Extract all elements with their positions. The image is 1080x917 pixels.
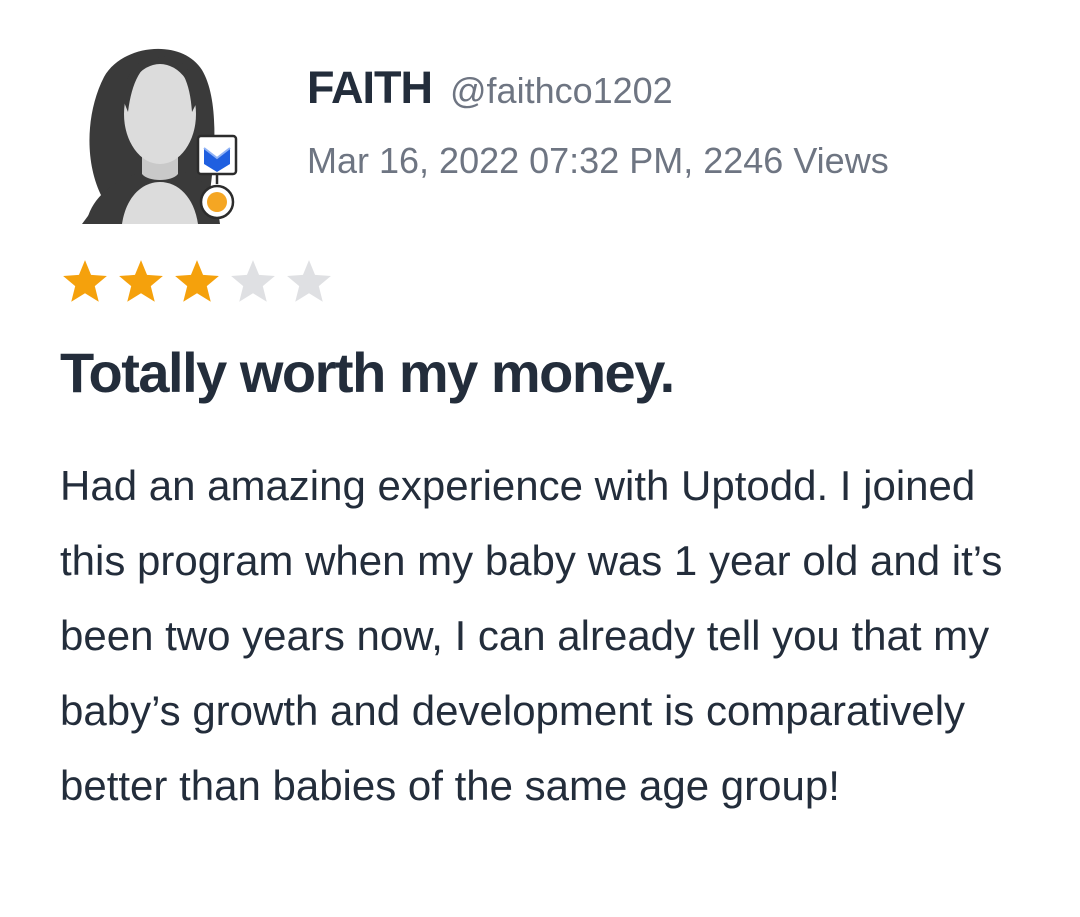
verified-badge-icon: [196, 134, 238, 220]
star-rating: [60, 258, 334, 306]
star-filled-icon: [60, 258, 110, 306]
star-filled-icon: [172, 258, 222, 306]
name-row: FAITH @faithco1202: [307, 62, 889, 114]
review-meta: Mar 16, 2022 07:32 PM, 2246 Views: [307, 140, 889, 181]
star-empty-icon: [284, 258, 334, 306]
author-handle[interactable]: @faithco1202: [450, 70, 673, 112]
review-body: Had an amazing experience with Uptodd. I…: [60, 462, 1003, 809]
author-info: FAITH @faithco1202 Mar 16, 2022 07:32 PM…: [307, 62, 889, 182]
review-title: Totally worth my money.: [60, 341, 675, 404]
star-empty-icon: [228, 258, 278, 306]
star-filled-icon: [116, 258, 166, 306]
author-name[interactable]: FAITH: [307, 62, 433, 114]
review-card: FAITH @faithco1202 Mar 16, 2022 07:32 PM…: [0, 0, 1080, 917]
avatar[interactable]: [82, 42, 244, 224]
